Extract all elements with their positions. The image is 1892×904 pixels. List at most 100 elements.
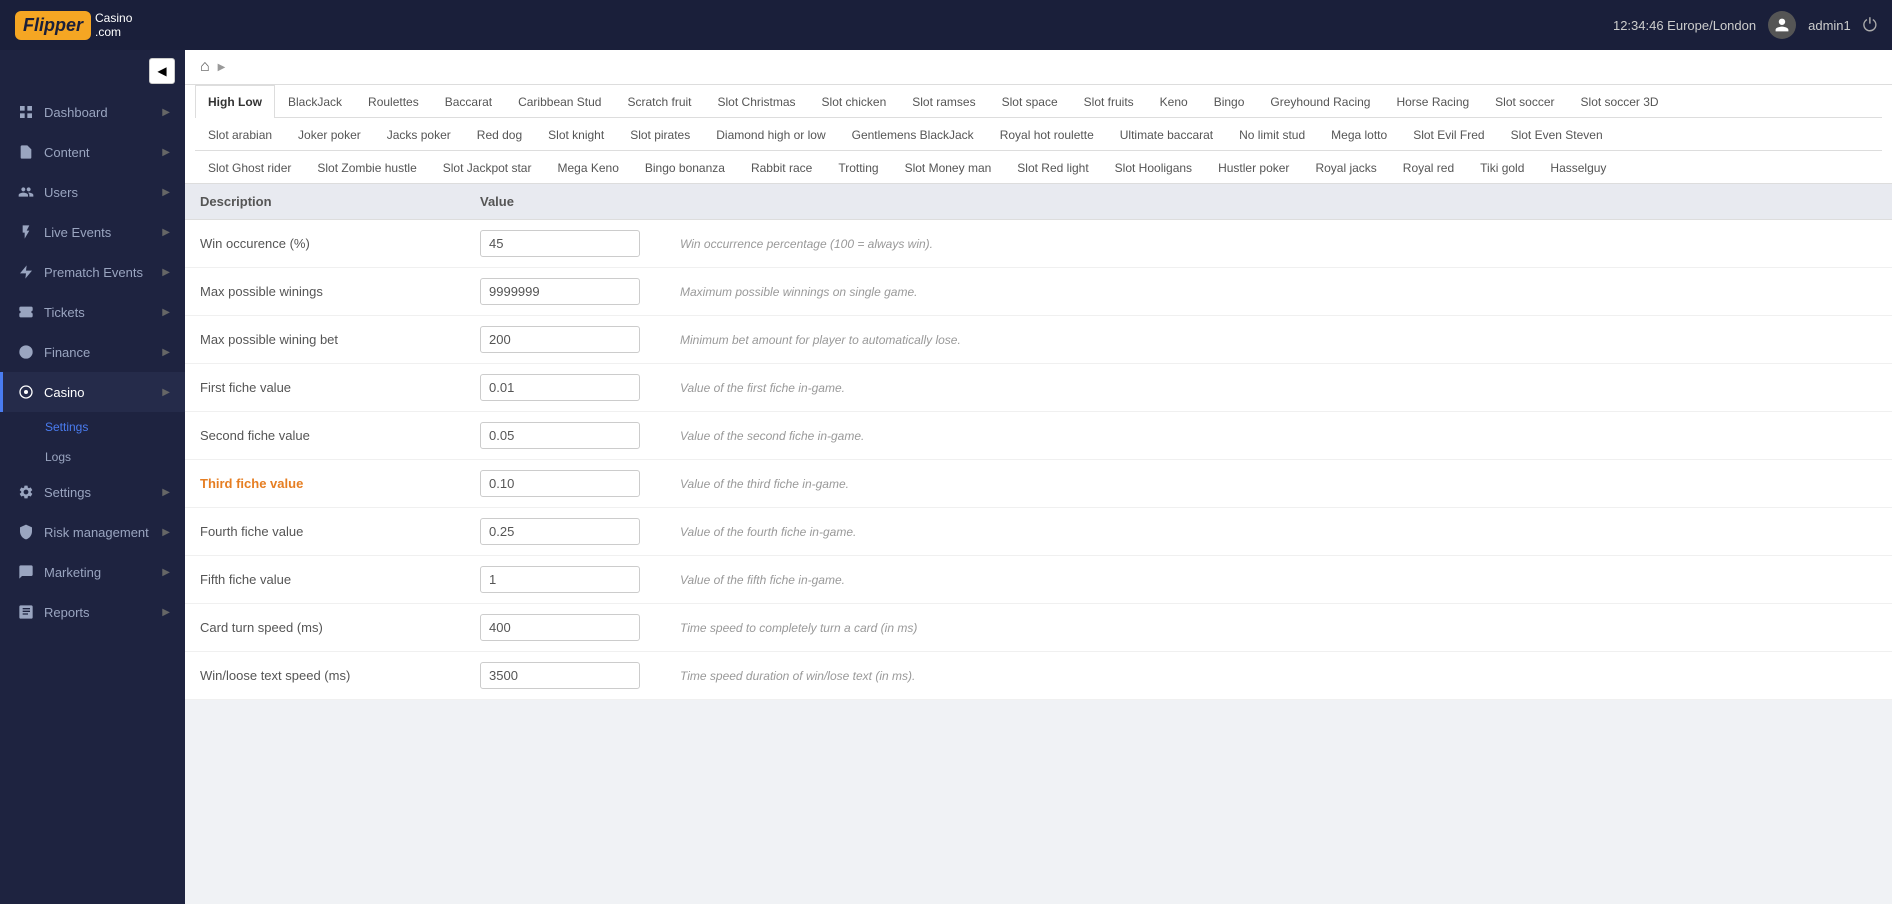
avatar	[1768, 11, 1796, 39]
input-win-occurrence[interactable]	[480, 230, 640, 257]
sidebar-label-risk-management: Risk management	[44, 525, 149, 540]
row-description-fifth-fiche-value: Fifth fiche value	[185, 556, 465, 604]
settings-table: Description Value Win occurence (%)Win o…	[185, 184, 1892, 700]
input-fourth-fiche-value[interactable]	[480, 518, 640, 545]
tab-royal-red[interactable]: Royal red	[1390, 151, 1467, 184]
sidebar-item-tickets[interactable]: Tickets ▶	[0, 292, 185, 332]
tab-trotting[interactable]: Trotting	[825, 151, 891, 184]
sidebar-item-reports[interactable]: Reports ▶	[0, 592, 185, 632]
tab-hasselguy[interactable]: Hasselguy	[1537, 151, 1619, 184]
table-row: Max possible wining betMinimum bet amoun…	[185, 316, 1892, 364]
sidebar-item-prematch-events[interactable]: Prematch Events ▶	[0, 252, 185, 292]
row-value-cell-third-fiche-value	[465, 460, 665, 508]
tab-slot-space[interactable]: Slot space	[989, 85, 1071, 118]
tab-slot-arabian[interactable]: Slot arabian	[195, 118, 285, 151]
breadcrumb-home-icon[interactable]: ⌂	[200, 58, 210, 76]
row-help-winloose-text-speed: Time speed duration of win/lose text (in…	[665, 652, 1892, 700]
sidebar-item-settings[interactable]: Settings ▶	[0, 472, 185, 512]
tab-horse-racing[interactable]: Horse Racing	[1383, 85, 1482, 118]
tab-slot-knight[interactable]: Slot knight	[535, 118, 617, 151]
tab-diamond-high-or-low[interactable]: Diamond high or low	[703, 118, 838, 151]
tab-mega-lotto[interactable]: Mega lotto	[1318, 118, 1400, 151]
tab-slot-ghost-rider[interactable]: Slot Ghost rider	[195, 151, 304, 184]
input-card-turn-speed[interactable]	[480, 614, 640, 641]
tab-slot-soccer[interactable]: Slot soccer	[1482, 85, 1567, 118]
sidebar-item-marketing[interactable]: Marketing ▶	[0, 552, 185, 592]
sidebar-item-dashboard[interactable]: Dashboard ▶	[0, 92, 185, 132]
sidebar-item-content[interactable]: Content ▶	[0, 132, 185, 172]
table-row: Card turn speed (ms)Time speed to comple…	[185, 604, 1892, 652]
tab-slot-zombie-hustle[interactable]: Slot Zombie hustle	[304, 151, 429, 184]
tabs-row-3: Slot Ghost rider Slot Zombie hustle Slot…	[195, 151, 1882, 183]
tab-slot-ramses[interactable]: Slot ramses	[899, 85, 988, 118]
row-help-fifth-fiche-value: Value of the fifth fiche in-game.	[665, 556, 1892, 604]
tab-slot-hooligans[interactable]: Slot Hooligans	[1102, 151, 1205, 184]
tab-slot-evil-fred[interactable]: Slot Evil Fred	[1400, 118, 1497, 151]
row-description-third-fiche-value: Third fiche value	[185, 460, 465, 508]
tab-baccarat[interactable]: Baccarat	[432, 85, 505, 118]
tab-slot-fruits[interactable]: Slot fruits	[1071, 85, 1147, 118]
tab-slot-soccer-3d[interactable]: Slot soccer 3D	[1568, 85, 1672, 118]
col-description: Description	[185, 184, 465, 220]
tab-no-limit-stud[interactable]: No limit stud	[1226, 118, 1318, 151]
tab-caribbean-stud[interactable]: Caribbean Stud	[505, 85, 614, 118]
tab-high-low[interactable]: High Low	[195, 85, 275, 118]
tab-royal-hot-roulette[interactable]: Royal hot roulette	[987, 118, 1107, 151]
tab-slot-christmas[interactable]: Slot Christmas	[705, 85, 809, 118]
row-description-first-fiche-value: First fiche value	[185, 364, 465, 412]
input-third-fiche-value[interactable]	[480, 470, 640, 497]
row-value-cell-card-turn-speed	[465, 604, 665, 652]
sidebar-arrow-reports: ▶	[162, 607, 170, 618]
tab-slot-chicken[interactable]: Slot chicken	[809, 85, 900, 118]
sidebar-item-risk-management[interactable]: Risk management ▶	[0, 512, 185, 552]
sidebar-arrow-live-events: ▶	[162, 227, 170, 238]
sidebar-toggle-button[interactable]: ◀	[149, 58, 175, 84]
tab-jacks-poker[interactable]: Jacks poker	[374, 118, 464, 151]
tab-royal-jacks[interactable]: Royal jacks	[1302, 151, 1389, 184]
sidebar-item-casino[interactable]: Casino ▶	[0, 372, 185, 412]
sidebar-arrow-casino: ▶	[162, 387, 170, 398]
tab-greyhound-racing[interactable]: Greyhound Racing	[1257, 85, 1383, 118]
row-value-cell-fifth-fiche-value	[465, 556, 665, 604]
logout-icon[interactable]: ⏻	[1863, 15, 1877, 36]
row-value-cell-first-fiche-value	[465, 364, 665, 412]
breadcrumb: ⌂ ▶	[185, 50, 1892, 85]
tab-slot-money-man[interactable]: Slot Money man	[892, 151, 1005, 184]
row-description-win-occurrence: Win occurence (%)	[185, 220, 465, 268]
tab-slot-jackpot-star[interactable]: Slot Jackpot star	[430, 151, 545, 184]
content-area: ⌂ ▶ High Low BlackJack Roulettes Baccara…	[185, 50, 1892, 904]
tab-scratch-fruit[interactable]: Scratch fruit	[614, 85, 704, 118]
tab-tiki-gold[interactable]: Tiki gold	[1467, 151, 1537, 184]
tab-slot-even-steven[interactable]: Slot Even Steven	[1498, 118, 1616, 151]
tab-keno[interactable]: Keno	[1147, 85, 1201, 118]
sidebar-subitem-settings[interactable]: Settings	[0, 412, 185, 442]
tab-red-dog[interactable]: Red dog	[464, 118, 535, 151]
input-max-possible-wining-bet[interactable]	[480, 326, 640, 353]
input-first-fiche-value[interactable]	[480, 374, 640, 401]
tab-hustler-poker[interactable]: Hustler poker	[1205, 151, 1302, 184]
input-second-fiche-value[interactable]	[480, 422, 640, 449]
tab-bingo-bonanza[interactable]: Bingo bonanza	[632, 151, 738, 184]
sidebar-item-users[interactable]: Users ▶	[0, 172, 185, 212]
sidebar-label-finance: Finance	[44, 345, 90, 360]
tab-gentlemens-blackjack[interactable]: Gentlemens BlackJack	[839, 118, 987, 151]
sidebar-item-finance[interactable]: Finance ▶	[0, 332, 185, 372]
tab-blackjack[interactable]: BlackJack	[275, 85, 355, 118]
sidebar: ◀ Dashboard ▶ Content ▶ Users ▶	[0, 50, 185, 904]
sidebar-subitem-logs[interactable]: Logs	[0, 442, 185, 472]
row-value-cell-max-possible-wining-bet	[465, 316, 665, 364]
tab-slot-pirates[interactable]: Slot pirates	[617, 118, 703, 151]
tab-mega-keno[interactable]: Mega Keno	[544, 151, 631, 184]
sidebar-label-live-events: Live Events	[44, 225, 111, 240]
input-winloose-text-speed[interactable]	[480, 662, 640, 689]
sidebar-item-live-events[interactable]: Live Events ▶	[0, 212, 185, 252]
topbar-username: admin1	[1808, 18, 1851, 33]
input-max-possible-winnings[interactable]	[480, 278, 640, 305]
input-fifth-fiche-value[interactable]	[480, 566, 640, 593]
tab-joker-poker[interactable]: Joker poker	[285, 118, 374, 151]
tab-slot-red-light[interactable]: Slot Red light	[1004, 151, 1101, 184]
tab-bingo[interactable]: Bingo	[1201, 85, 1258, 118]
tab-rabbit-race[interactable]: Rabbit race	[738, 151, 825, 184]
tab-ultimate-baccarat[interactable]: Ultimate baccarat	[1107, 118, 1226, 151]
tab-roulettes[interactable]: Roulettes	[355, 85, 432, 118]
